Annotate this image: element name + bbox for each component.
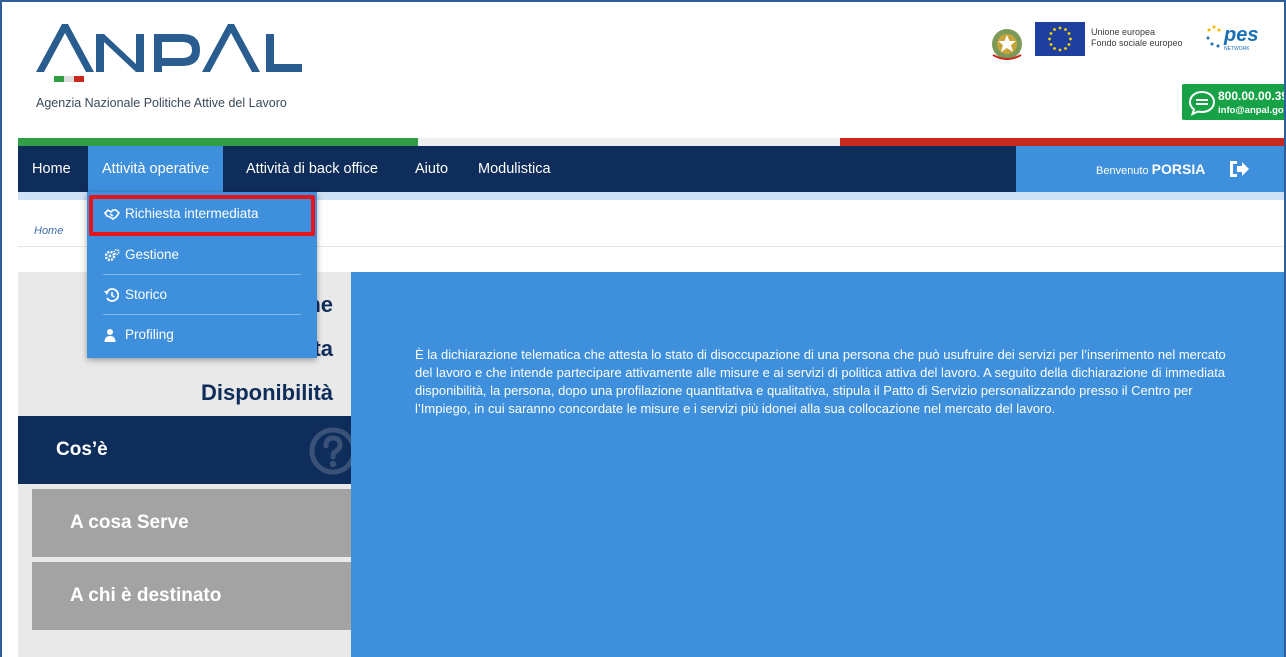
- eu-line2: Fondo sociale europeo: [1091, 38, 1183, 48]
- title-line-3: Disponibilità: [201, 380, 333, 405]
- menu-item-label: Profiling: [125, 327, 174, 342]
- welcome-text: Benvenuto PORSIA: [1096, 161, 1205, 177]
- eu-line1: Unione europea: [1091, 27, 1156, 37]
- tab-cos-e[interactable]: Cos’è: [18, 416, 382, 484]
- tricolor-bar: [18, 138, 1284, 146]
- welcome-area: Benvenuto PORSIA: [1016, 146, 1284, 192]
- chat-bubble-icon: [1188, 90, 1216, 116]
- anpal-logo[interactable]: Agenzia Nazionale Politiche Attive del L…: [32, 20, 322, 120]
- contact-email[interactable]: info@anpal.gov.it: [1218, 105, 1284, 116]
- menu-item-label: Gestione: [125, 247, 180, 262]
- tab-a-cosa-serve[interactable]: A cosa Serve: [32, 489, 382, 557]
- flag-red: [840, 138, 1284, 146]
- nav-modulistica[interactable]: Modulistica: [464, 146, 565, 192]
- welcome-prefix: Benvenuto: [1096, 165, 1149, 177]
- eu-flag-icon: [1035, 22, 1085, 56]
- eu-caption: Unione europea Fondo sociale europeo: [1091, 27, 1183, 49]
- tab-cos-e-label: Cos’è: [56, 439, 108, 460]
- menu-item-gestione[interactable]: Gestione: [87, 235, 317, 275]
- tab-a-chi-e-destinato[interactable]: A chi è destinato: [32, 562, 382, 630]
- flag-green: [18, 138, 418, 146]
- menu-item-label: Storico: [125, 287, 168, 302]
- breadcrumb-home[interactable]: Home: [34, 225, 63, 237]
- pes-word: pes: [1224, 24, 1259, 46]
- user-icon: [104, 329, 116, 342]
- pes-stars-icon: [1206, 25, 1221, 48]
- menu-item-profiling[interactable]: Profiling: [87, 315, 317, 355]
- logo-caption: Agenzia Nazionale Politiche Attive del L…: [36, 96, 287, 110]
- phone-number: 800.00.00.39: [1218, 89, 1286, 103]
- nav-attivita-operative[interactable]: Attività operative: [88, 146, 224, 192]
- history-icon: [104, 288, 120, 302]
- nav-back-office[interactable]: Attività di back office: [232, 146, 392, 192]
- menu-item-storico[interactable]: Storico: [87, 275, 317, 315]
- description-text: È la dichiarazione telematica che attest…: [415, 347, 1226, 416]
- gears-icon: [104, 248, 120, 262]
- header: Agenzia Nazionale Politiche Attive del L…: [2, 2, 1286, 138]
- anpal-logo-mark: [36, 24, 302, 82]
- italian-republic-emblem-icon: [992, 29, 1022, 60]
- pes-network: NETWORK: [1224, 46, 1250, 52]
- flag-white: [418, 138, 840, 146]
- welcome-user: PORSIA: [1151, 161, 1206, 177]
- pes-logo: pes NETWORK: [1204, 24, 1284, 56]
- contact-box[interactable]: 800.00.00.39 info@anpal.gov.it: [1182, 84, 1286, 120]
- logout-icon[interactable]: [1228, 159, 1250, 179]
- menu-item-label: Richiesta intermediata: [125, 206, 259, 221]
- handshake-icon: [104, 208, 120, 220]
- page-frame: Agenzia Nazionale Politiche Attive del L…: [0, 0, 1286, 657]
- main-panel: È la dichiarazione telematica che attest…: [351, 272, 1284, 657]
- nav-home[interactable]: Home: [18, 146, 85, 192]
- menu-item-richiesta-intermediata[interactable]: Richiesta intermediata: [87, 194, 317, 234]
- attivita-operative-dropdown: Richiesta intermediata Gestione Storico: [87, 192, 317, 358]
- nav-aiuto[interactable]: Aiuto: [401, 146, 462, 192]
